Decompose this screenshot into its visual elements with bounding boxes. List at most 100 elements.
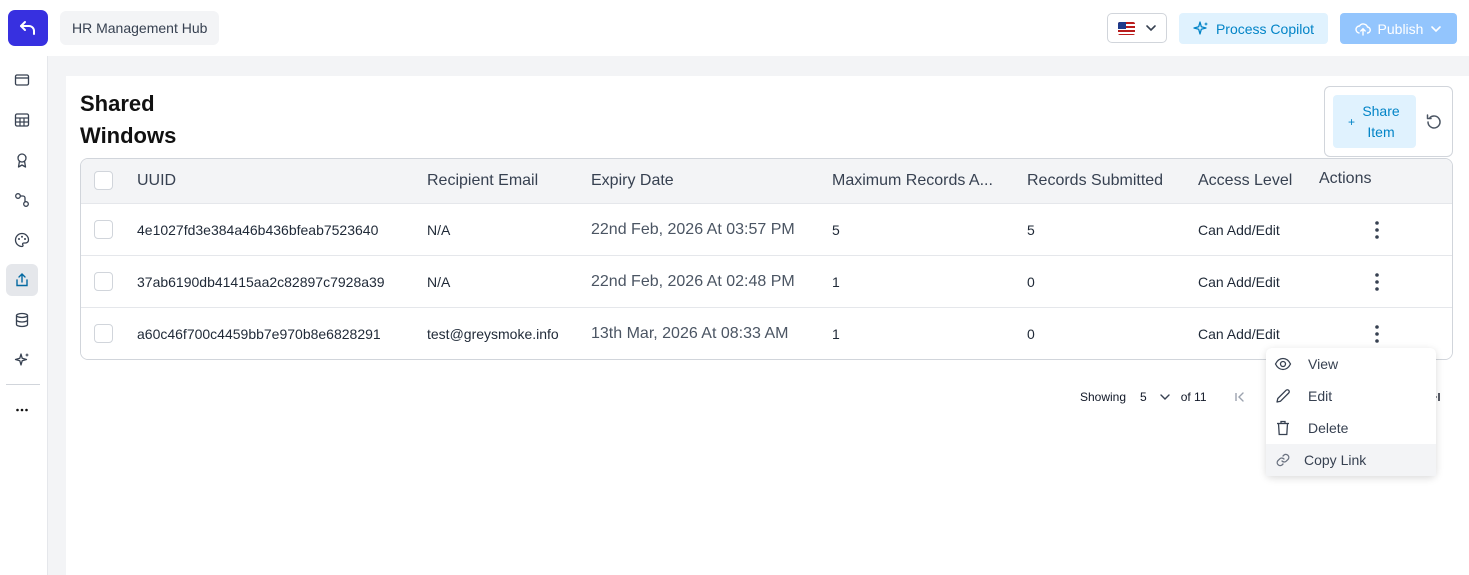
top-bar: HR Management Hub Process Copilot Publis… xyxy=(0,0,1469,56)
page-actions: + Share Item xyxy=(1324,86,1453,157)
cell-records-submitted: 0 xyxy=(1027,274,1035,290)
row-checkbox[interactable] xyxy=(94,272,113,291)
menu-item-label: Edit xyxy=(1308,388,1333,404)
language-select[interactable] xyxy=(1107,13,1167,43)
row-checkbox[interactable] xyxy=(94,220,113,239)
cell-max-records: 1 xyxy=(832,274,840,290)
refresh-button[interactable] xyxy=(1423,111,1445,133)
sidebar-item-windows[interactable] xyxy=(6,64,38,96)
menu-item-copy-link[interactable]: Copy Link xyxy=(1266,444,1436,476)
kebab-menu-icon xyxy=(1375,325,1379,343)
sparkle-icon xyxy=(14,353,29,366)
sidebar xyxy=(0,56,48,575)
cell-access-level: Can Add/Edit xyxy=(1198,222,1280,238)
link-icon xyxy=(1274,451,1292,469)
sparkle-icon xyxy=(1193,20,1208,35)
chevron-down-icon[interactable] xyxy=(1430,23,1442,35)
page-title: Shared Windows xyxy=(80,91,177,148)
sidebar-item-shared[interactable] xyxy=(6,264,38,296)
menu-item-edit[interactable]: Edit xyxy=(1266,380,1436,412)
kebab-menu-icon xyxy=(1375,273,1379,291)
column-header-expiry-date[interactable]: Expiry Date xyxy=(591,159,674,203)
more-icon xyxy=(16,408,28,412)
cell-records-submitted: 5 xyxy=(1027,222,1035,238)
first-page-icon[interactable] xyxy=(1233,390,1247,404)
menu-item-label: Delete xyxy=(1308,420,1349,436)
kebab-menu-icon xyxy=(1375,221,1379,239)
share-item-button[interactable]: + Share Item xyxy=(1333,95,1416,148)
cell-uuid: a60c46f700c4459bb7e970b8e6828291 xyxy=(137,326,381,342)
sidebar-item-badges[interactable] xyxy=(6,144,38,176)
column-header-uuid[interactable]: UUID xyxy=(137,159,176,203)
sidebar-item-flows[interactable] xyxy=(6,184,38,216)
cell-max-records: 5 xyxy=(832,222,840,238)
select-all-checkbox[interactable] xyxy=(94,171,113,190)
cell-expiry-date: 22nd Feb, 2026 At 02:48 PM xyxy=(591,273,795,290)
pagination: Showing 5 of 11 xyxy=(1080,386,1247,408)
cell-recipient-email: N/A xyxy=(427,274,451,290)
table-row[interactable]: a60c46f700c4459bb7e970b8e6828291 test@gr… xyxy=(81,307,1452,359)
column-header-max-records[interactable]: Maximum Records A... xyxy=(832,159,1007,203)
table-header: UUID Recipient Email Expiry Date Maximum… xyxy=(81,159,1452,203)
chevron-down-icon xyxy=(1145,25,1156,32)
trash-icon xyxy=(1274,419,1292,437)
shared-windows-table: UUID Recipient Email Expiry Date Maximum… xyxy=(80,158,1453,360)
row-actions-button[interactable] xyxy=(1365,218,1389,242)
cell-uuid: 37ab6190db41415aa2c82897c7928a39 xyxy=(137,274,385,290)
refresh-icon xyxy=(1426,114,1441,129)
cell-uuid: 4e1027fd3e384a46b436bfeab7523640 xyxy=(137,222,379,238)
sidebar-item-tables[interactable] xyxy=(6,104,38,136)
eye-icon xyxy=(1274,355,1292,373)
column-header-recipient-email[interactable]: Recipient Email xyxy=(427,159,538,203)
sidebar-item-themes[interactable] xyxy=(6,224,38,256)
row-checkbox[interactable] xyxy=(94,324,113,343)
cell-recipient-email: test@greysmoke.info xyxy=(427,326,559,342)
main-card: Shared Windows + Share Item UUID Recipie… xyxy=(66,76,1469,575)
column-header-access-level[interactable]: Access Level xyxy=(1198,159,1292,203)
badge-icon xyxy=(17,153,27,168)
sidebar-item-database[interactable] xyxy=(6,304,38,336)
process-copilot-label: Process Copilot xyxy=(1215,20,1315,37)
sidebar-item-ai[interactable] xyxy=(6,344,38,376)
table-row[interactable]: 37ab6190db41415aa2c82897c7928a39 N/A 22n… xyxy=(81,255,1452,307)
row-actions-button[interactable] xyxy=(1365,270,1389,294)
menu-item-delete[interactable]: Delete xyxy=(1266,412,1436,444)
pencil-icon xyxy=(1274,387,1292,405)
us-flag-icon xyxy=(1117,21,1135,35)
cell-expiry-date: 22nd Feb, 2026 At 03:57 PM xyxy=(591,221,795,238)
cloud-upload-icon xyxy=(1354,22,1371,36)
publish-label: Publish xyxy=(1377,20,1424,37)
cell-recipient-email: N/A xyxy=(427,222,451,238)
flow-icon xyxy=(15,193,29,207)
share-upload-icon xyxy=(16,273,28,287)
app-name-chip[interactable]: HR Management Hub xyxy=(60,11,220,45)
table-icon xyxy=(14,113,30,127)
column-header-actions: Actions xyxy=(1319,170,1372,187)
menu-item-label: View xyxy=(1308,356,1339,372)
plus-icon: + xyxy=(1347,114,1355,129)
page-size-value: 5 xyxy=(1140,390,1147,404)
database-icon xyxy=(15,312,29,328)
publish-button[interactable]: Publish xyxy=(1340,13,1457,44)
palette-icon xyxy=(14,232,30,248)
back-button[interactable] xyxy=(8,10,48,46)
cell-max-records: 1 xyxy=(832,326,840,342)
pagination-total: of 11 xyxy=(1180,390,1207,404)
sidebar-divider xyxy=(6,384,40,385)
chevron-down-icon xyxy=(1160,394,1170,400)
cell-access-level: Can Add/Edit xyxy=(1198,274,1280,290)
share-item-label: Share Item xyxy=(1362,102,1400,140)
cell-expiry-date: 13th Mar, 2026 At 08:33 AM xyxy=(591,325,789,342)
table-row[interactable]: 4e1027fd3e384a46b436bfeab7523640 N/A 22n… xyxy=(81,203,1452,255)
pagination-showing-label: Showing xyxy=(1080,390,1127,404)
process-copilot-button[interactable]: Process Copilot xyxy=(1179,13,1328,44)
undo-arrow-icon xyxy=(20,21,35,35)
row-actions-button[interactable] xyxy=(1365,322,1389,346)
column-header-records-submitted[interactable]: Records Submitted xyxy=(1027,159,1163,203)
cell-records-submitted: 0 xyxy=(1027,326,1035,342)
row-actions-menu: View Edit Delete Copy Link xyxy=(1266,348,1436,476)
window-icon xyxy=(14,74,30,86)
page-size-select[interactable]: 5 xyxy=(1140,390,1171,404)
menu-item-view[interactable]: View xyxy=(1266,348,1436,380)
sidebar-item-more[interactable] xyxy=(6,394,38,426)
